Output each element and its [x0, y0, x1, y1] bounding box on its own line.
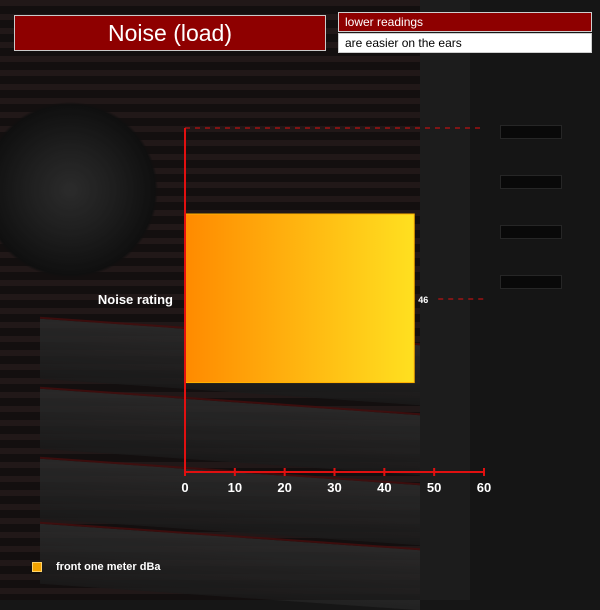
- bar: [184, 213, 415, 384]
- data-label: 46: [418, 295, 428, 305]
- legend-label: front one meter dBa: [56, 561, 161, 573]
- legend-swatch: [32, 562, 42, 572]
- category-label: Noise rating: [98, 292, 173, 307]
- x-tick-label: 20: [277, 480, 291, 495]
- x-tick-label: 10: [228, 480, 242, 495]
- x-tick-label: 0: [181, 480, 188, 495]
- legend: front one meter dBa: [32, 561, 161, 573]
- x-tick-label: 40: [377, 480, 391, 495]
- chart-area: 0 10 20 30 40 50 60 46 Noise rating: [98, 127, 491, 495]
- x-tick-label: 30: [327, 480, 341, 495]
- x-tick-label: 60: [477, 480, 491, 495]
- x-tick-label: 50: [427, 480, 441, 495]
